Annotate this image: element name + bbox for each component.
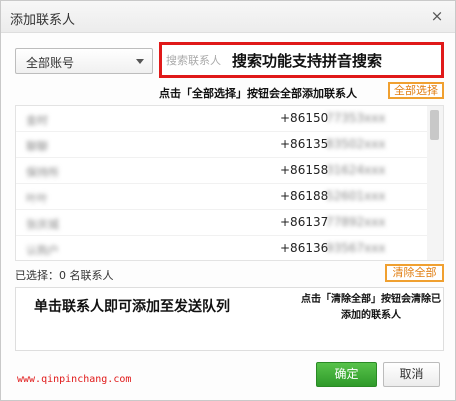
scrollbar-thumb[interactable] (430, 110, 439, 140)
contact-phone: +86150 (280, 111, 329, 125)
contact-phone: +86136 (280, 241, 329, 255)
contact-name: 保持所 (26, 166, 59, 179)
contact-row[interactable]: 聊聊 +86135 83502xxx (16, 132, 428, 158)
contact-name: 认购户 (26, 244, 59, 257)
dialog-title: 添加联系人 (10, 13, 76, 28)
contact-phone: +86158 (280, 163, 329, 177)
search-input[interactable] (166, 50, 230, 70)
cancel-button[interactable]: 取消 (383, 362, 440, 387)
clear-all-button[interactable]: 清除全部 (385, 264, 444, 282)
contact-name: 聊聊 (26, 140, 48, 153)
contact-phone-hidden: 77353xxx (326, 111, 386, 125)
account-select[interactable]: 全部账号 (15, 48, 153, 74)
contact-row[interactable]: 认购户 +86136 93567xxx (16, 236, 428, 260)
contact-row[interactable]: 保持所 +86158 31624xxx (16, 158, 428, 184)
website-watermark: www.qinpinchang.com (17, 374, 132, 385)
close-icon[interactable]: × (429, 7, 445, 25)
contact-phone-hidden: 83502xxx (326, 137, 386, 151)
search-annotation: 搜索功能支持拼音搜索 (232, 52, 383, 70)
contact-phone-hidden: 77892xxx (326, 215, 386, 229)
contact-phone: +86137 (280, 215, 329, 229)
contact-phone: +86135 (280, 137, 329, 151)
contact-row[interactable]: 张庆城 +86137 77892xxx (16, 210, 428, 236)
account-select-value: 全部账号 (26, 56, 75, 70)
contact-row[interactable]: 叶叶 +86188 52601xxx (16, 184, 428, 210)
ok-button[interactable]: 确定 (316, 362, 377, 387)
send-queue: 单击联系人即可添加至发送队列 点击「清除全部」按钮会清除已添加的联系人 (15, 287, 444, 351)
contact-phone-hidden: 31624xxx (326, 163, 386, 177)
list-scrollbar[interactable] (427, 106, 443, 260)
contact-list: 金时 +86150 77353xxx 聊聊 +86135 83502xxx 保持… (15, 105, 444, 261)
contact-row[interactable]: 金时 +86150 77353xxx (16, 106, 428, 132)
chevron-down-icon (136, 59, 144, 64)
contact-phone-hidden: 52601xxx (326, 189, 386, 203)
contact-phone-hidden: 93567xxx (326, 241, 386, 255)
contact-name: 张庆城 (26, 218, 59, 231)
search-box: 搜索功能支持拼音搜索 (159, 42, 444, 78)
add-contact-dialog: 添加联系人 × 全部账号 搜索功能支持拼音搜索 点击「全部选择」按钮会全部添加联… (0, 0, 456, 401)
dialog-titlebar: 添加联系人 × (1, 1, 455, 33)
contact-name: 叶叶 (26, 192, 48, 205)
selected-count: 已选择：0 名联系人 (15, 269, 114, 282)
clear-all-annotation: 点击「清除全部」按钮会清除已添加的联系人 (301, 294, 441, 321)
queue-annotation: 单击联系人即可添加至发送队列 (34, 299, 230, 315)
contact-phone: +86188 (280, 189, 329, 203)
contact-name: 金时 (26, 114, 48, 127)
select-all-annotation: 点击「全部选择」按钮会全部添加联系人 (159, 87, 357, 100)
select-all-button[interactable]: 全部选择 (388, 82, 444, 99)
